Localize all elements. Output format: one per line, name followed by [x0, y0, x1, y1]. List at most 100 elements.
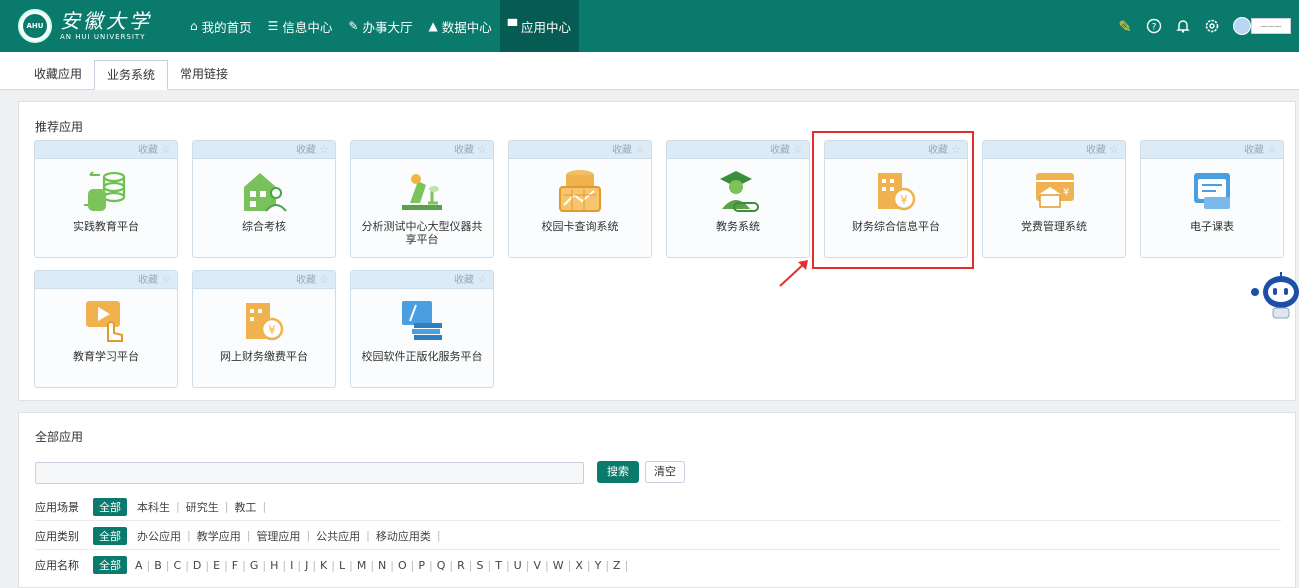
app-name: 分析测试中心大型仪器共享平台: [361, 220, 483, 246]
user-avatar-icon[interactable]: [1233, 17, 1251, 35]
filter-option[interactable]: I: [286, 559, 297, 572]
user-name[interactable]: ———: [1251, 18, 1291, 34]
filter-option[interactable]: F: [228, 559, 242, 572]
filter-label: 应用场景: [35, 500, 79, 514]
card-query-icon: [559, 170, 601, 212]
filter-option[interactable]: L: [335, 559, 349, 572]
app-card[interactable]: 收藏 ☆ 实践教育平台: [34, 140, 178, 258]
filter-option[interactable]: 办公应用: [131, 528, 187, 544]
favorite-button[interactable]: 收藏 ☆: [509, 141, 651, 159]
favorite-button[interactable]: 收藏 ☆: [667, 141, 809, 159]
filter-option[interactable]: T: [491, 559, 506, 572]
main-nav: ⌂ 我的首页 ☰ 信息中心 ✎ 办事大厅 ▲ 数据中心 ▀ 应用中心: [182, 0, 579, 52]
top-bar: AHU 安徽大学 AN HUI UNIVERSITY ⌂ 我的首页 ☰ 信息中心 ✎…: [0, 0, 1299, 52]
filter-option[interactable]: 全部: [93, 556, 127, 574]
app-card[interactable]: 收藏 ☆ 分析测试中心大型仪器共享平台: [350, 140, 494, 258]
svg-text:¥: ¥: [1063, 187, 1069, 198]
filter-option[interactable]: Y: [591, 559, 606, 572]
filter-option[interactable]: N: [374, 559, 390, 572]
favorite-button[interactable]: 收藏 ☆: [35, 141, 177, 159]
tab-common-links[interactable]: 常用链接: [168, 60, 240, 90]
filter-option[interactable]: B: [150, 559, 166, 572]
gear-icon[interactable]: [1200, 14, 1224, 38]
star-icon: ☆: [1267, 143, 1277, 156]
tab-bar: 收藏应用 业务系统 常用链接: [0, 52, 1299, 90]
filter-option[interactable]: S: [473, 559, 488, 572]
filter-option[interactable]: 全部: [93, 526, 127, 545]
list-icon: ☰: [267, 19, 279, 33]
app-card[interactable]: 收藏 ☆ ¥ 党费管理系统: [982, 140, 1126, 258]
filter-option[interactable]: 教工: [228, 499, 262, 515]
nav-app-center[interactable]: ▀ 应用中心: [499, 0, 579, 52]
app-card[interactable]: 收藏 ☆ 教务系统: [666, 140, 810, 258]
filter-option[interactable]: J: [301, 559, 312, 572]
tab-favorites[interactable]: 收藏应用: [22, 60, 94, 90]
favorite-button[interactable]: 收藏 ☆: [35, 271, 177, 289]
filter-option[interactable]: 教学应用: [191, 528, 247, 544]
filter-option[interactable]: E: [209, 559, 224, 572]
app-name: 网上财务缴费平台: [220, 350, 308, 363]
graduate-icon: [720, 171, 759, 212]
filter-option[interactable]: H: [266, 559, 282, 572]
app-name: 综合考核: [242, 220, 286, 233]
favorite-button[interactable]: 收藏 ☆: [351, 141, 493, 159]
favorite-button[interactable]: 收藏 ☆: [193, 141, 335, 159]
filter-option[interactable]: 移动应用类: [370, 528, 437, 544]
edit-icon: ✎: [348, 19, 359, 33]
robot-assistant-icon[interactable]: [1251, 270, 1299, 324]
nav-home[interactable]: ⌂ 我的首页: [182, 0, 260, 52]
filter-option[interactable]: 本科生: [131, 499, 176, 515]
app-card[interactable]: 收藏 ☆ 校园卡查询系统: [508, 140, 652, 258]
filter-option[interactable]: A: [131, 559, 147, 572]
app-card[interactable]: 收藏 ☆ 电子课表: [1140, 140, 1284, 258]
clear-button[interactable]: 清空: [645, 461, 685, 483]
filter-option[interactable]: M: [353, 559, 371, 572]
filter-option[interactable]: K: [316, 559, 331, 572]
filter-option[interactable]: G: [246, 559, 263, 572]
filter-option[interactable]: U: [510, 559, 526, 572]
filter-option[interactable]: X: [571, 559, 587, 572]
university-seal-icon: AHU: [18, 9, 52, 43]
app-name: 实践教育平台: [73, 220, 139, 233]
filter-option[interactable]: 全部: [93, 497, 127, 516]
filter-option[interactable]: 公共应用: [310, 528, 366, 544]
favorite-button[interactable]: 收藏 ☆: [351, 271, 493, 289]
search-button[interactable]: 搜索: [597, 461, 639, 483]
nav-info-center[interactable]: ☰ 信息中心: [260, 0, 341, 52]
filter-option[interactable]: R: [453, 559, 469, 572]
star-icon: ☆: [319, 143, 329, 156]
app-card[interactable]: 收藏 ☆ 校园软件正版化服务平台: [350, 270, 494, 388]
filter-option[interactable]: V: [529, 559, 545, 572]
favorite-button[interactable]: 收藏 ☆: [193, 271, 335, 289]
filter-option[interactable]: Z: [609, 559, 625, 572]
app-card[interactable]: 收藏 ☆ 教育学习平台: [34, 270, 178, 388]
filter-option[interactable]: 研究生: [180, 499, 225, 515]
star-icon: ☆: [477, 273, 487, 286]
star-icon: ☆: [477, 143, 487, 156]
filter-option[interactable]: Q: [433, 559, 450, 572]
filter-option[interactable]: O: [394, 559, 411, 572]
filter-option[interactable]: D: [189, 559, 205, 572]
app-name: 教务系统: [716, 220, 760, 233]
filter-option[interactable]: 管理应用: [250, 528, 306, 544]
app-card[interactable]: 收藏 ☆ 综合考核: [192, 140, 336, 258]
note-edit-icon[interactable]: ✎: [1113, 14, 1137, 38]
recommended-apps-title: 推荐应用: [35, 120, 84, 134]
university-logo[interactable]: AHU 安徽大学 AN HUI UNIVERSITY: [18, 9, 178, 43]
home-icon: ⌂: [190, 19, 198, 33]
building-person-icon: [244, 173, 287, 212]
help-icon[interactable]: ?: [1142, 14, 1166, 38]
filter-option[interactable]: W: [549, 559, 568, 572]
nav-service-hall[interactable]: ✎ 办事大厅: [340, 0, 420, 52]
star-icon: ☆: [161, 273, 171, 286]
tab-business-systems[interactable]: 业务系统: [94, 60, 169, 90]
star-icon: ☆: [635, 143, 645, 156]
favorite-button[interactable]: 收藏 ☆: [983, 141, 1125, 159]
bell-icon[interactable]: [1171, 14, 1195, 38]
filter-option[interactable]: C: [170, 559, 186, 572]
favorite-button[interactable]: 收藏 ☆: [1141, 141, 1283, 159]
filter-option[interactable]: P: [414, 559, 429, 572]
app-card[interactable]: 收藏 ☆ ¥ 网上财务缴费平台: [192, 270, 336, 388]
nav-data-center[interactable]: ▲ 数据中心: [421, 0, 500, 52]
app-search-input[interactable]: [35, 462, 584, 484]
